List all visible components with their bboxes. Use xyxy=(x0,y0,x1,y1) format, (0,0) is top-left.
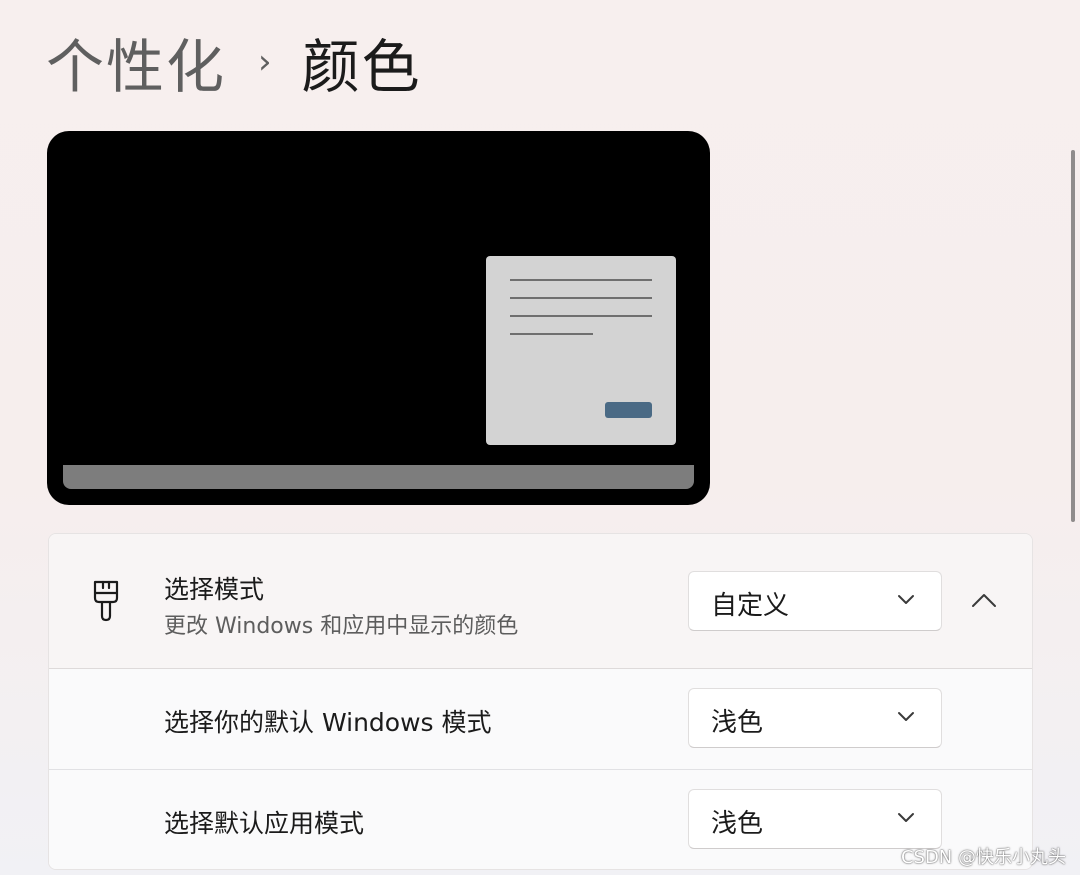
theme-preview xyxy=(47,131,710,505)
default-windows-mode-row: 选择你的默认 Windows 模式 浅色 xyxy=(49,669,1032,770)
windows-mode-dropdown-value: 浅色 xyxy=(711,708,764,738)
vertical-scrollbar[interactable] xyxy=(1071,150,1075,522)
mode-dropdown[interactable]: 自定义 xyxy=(688,571,942,631)
app-mode-dropdown[interactable]: 浅色 xyxy=(688,789,942,849)
default-app-mode-row: 选择默认应用模式 浅色 xyxy=(49,770,1032,869)
preview-desktop xyxy=(63,147,694,489)
mode-dropdown-value: 自定义 xyxy=(711,591,790,621)
preview-text-line xyxy=(510,279,652,281)
default-windows-mode-label: 选择你的默认 Windows 模式 xyxy=(164,708,492,737)
chevron-down-icon xyxy=(898,813,914,822)
preview-text-line xyxy=(510,315,652,317)
choose-mode-description: 更改 Windows 和应用中显示的颜色 xyxy=(164,614,519,639)
windows-mode-dropdown[interactable]: 浅色 xyxy=(688,688,942,748)
watermark: CSDN @快乐小丸头 xyxy=(900,847,1066,868)
default-app-mode-label: 选择默认应用模式 xyxy=(164,809,365,838)
preview-text-line xyxy=(510,297,652,299)
breadcrumb-separator-icon: › xyxy=(258,42,272,82)
chevron-down-icon xyxy=(898,712,914,721)
chevron-up-icon[interactable] xyxy=(964,586,1004,616)
breadcrumb: 个性化 › 颜色 xyxy=(46,26,422,101)
preview-window xyxy=(486,256,676,445)
chevron-down-icon xyxy=(898,595,914,604)
choose-mode-row[interactable]: 选择模式 更改 Windows 和应用中显示的颜色 自定义 xyxy=(49,534,1032,669)
preview-text-line xyxy=(510,333,593,335)
breadcrumb-parent-link[interactable]: 个性化 xyxy=(46,20,226,104)
paint-brush-icon xyxy=(93,580,119,622)
mode-settings-panel: 选择模式 更改 Windows 和应用中显示的颜色 自定义 选择你的默认 Win… xyxy=(48,533,1033,870)
page-title: 颜色 xyxy=(301,33,422,101)
choose-mode-title: 选择模式 xyxy=(164,575,265,604)
app-mode-dropdown-value: 浅色 xyxy=(711,809,764,839)
preview-accent-button xyxy=(605,402,652,418)
preview-taskbar xyxy=(63,465,694,489)
